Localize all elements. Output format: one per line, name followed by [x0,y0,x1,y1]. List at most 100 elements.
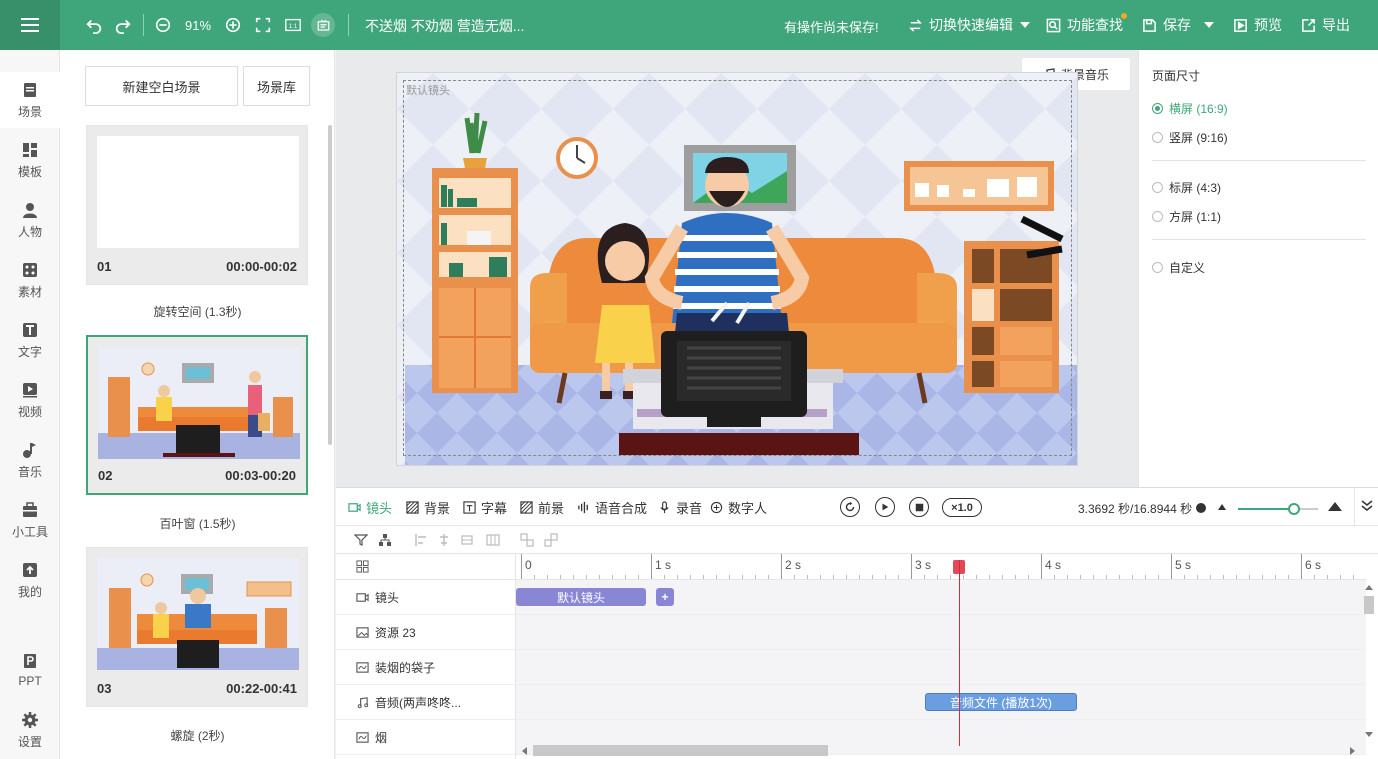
nav-item-scene[interactable]: 场景 [0,72,60,128]
nav-label: 视频 [17,404,42,419]
scene-transition[interactable]: 螺旋 (2秒) [60,727,334,744]
grid-align-icon[interactable] [486,533,500,547]
tab-record[interactable]: 录音 [658,488,702,526]
tab-subtitle[interactable]: 字幕 [463,488,507,526]
track-lens[interactable]: 镜头 [336,580,516,615]
ruler-minor-tick [1145,575,1146,579]
timeline-ruler[interactable]: 0 1 s 2 s 3 s 4 s 5 s 6 s [516,554,1366,580]
scene-card[interactable]: 01 00:00-00:02 [86,125,308,285]
size-option-16-9[interactable]: 横屏 (16:9) [1152,100,1228,117]
size-option-9-16[interactable]: 竖屏 (9:16) [1152,129,1228,146]
redo-icon[interactable] [111,0,135,50]
nav-item-material[interactable]: 素材 [0,252,60,308]
ruler-minor-tick [677,575,678,579]
zoom-out-timeline-icon[interactable] [1218,504,1226,510]
search-icon [1046,18,1061,32]
distribute-icon[interactable] [460,533,474,547]
nav-item-toolbox[interactable]: 小工具 [0,492,60,548]
align-left-icon[interactable] [414,533,428,547]
track-bag[interactable]: 装烟的袋子 [336,650,516,685]
zoom-slider-handle[interactable] [1288,503,1300,515]
help-icon[interactable] [1196,503,1206,513]
nav-item-video[interactable]: 视频 [0,372,60,428]
size-option-custom[interactable]: 自定义 [1152,259,1205,276]
scene-transition[interactable]: 百叶窗 (1.5秒) [60,515,334,532]
scene-library-button[interactable]: 场景库 [243,66,310,106]
scene-card-selected[interactable]: 02 00:03-00:20 [86,335,308,495]
page-size-title: 页面尺寸 [1152,69,1201,83]
lens-clip[interactable]: 默认镜头 [516,588,646,606]
export-button[interactable]: 导出 [1301,0,1350,50]
scroll-right-icon[interactable] [1350,747,1355,755]
track-resource[interactable]: 资源 23 [336,615,516,650]
zoom-in-timeline-icon[interactable] [1328,502,1342,511]
tab-lens[interactable]: 镜头 [348,488,392,526]
nav-item-mine[interactable]: 我的 [0,552,60,608]
music-icon [23,442,36,458]
ruler-minor-tick [820,575,821,579]
playback-speed[interactable]: ×1.0 [942,498,982,517]
ungroup-icon[interactable] [544,533,558,547]
stop-icon[interactable] [909,497,929,517]
scene-transition[interactable]: 旋转空间 (1.3秒) [60,303,334,320]
scene-canvas[interactable] [396,72,1078,466]
actual-size-icon[interactable]: 1:1 [282,0,304,50]
play-icon[interactable] [875,497,895,517]
caption-icon[interactable] [311,0,335,50]
scroll-left-icon[interactable] [522,747,527,755]
playhead[interactable] [958,560,960,746]
scroll-down-icon[interactable] [1365,732,1373,737]
nav-item-music[interactable]: 音乐 [0,432,60,488]
collapse-icon[interactable] [1360,498,1374,515]
new-blank-scene-button[interactable]: 新建空白场景 [85,66,238,106]
ruler-minor-tick [976,575,977,579]
tab-tts[interactable]: 语音合成 [577,488,647,526]
timeline-zoom-slider[interactable] [1238,503,1318,515]
scene-scrollbar[interactable] [328,125,332,445]
nav-item-template[interactable]: 模板 [0,132,60,188]
nav-item-settings[interactable]: 设置 [0,702,60,758]
track-smoke[interactable]: 烟 [336,720,516,755]
hierarchy-icon[interactable] [378,533,392,547]
save-button[interactable]: 保存 [1142,0,1191,50]
scene-card[interactable]: 03 00:22-00:41 [86,547,308,707]
nav-item-text[interactable]: 文字 [0,312,60,368]
feature-search-button[interactable]: 功能查找 [1046,0,1123,50]
track-audio[interactable]: 音频(两声咚咚... [336,685,516,720]
size-option-1-1[interactable]: 方屏 (1:1) [1152,208,1221,225]
size-option-4-3[interactable]: 标屏 (4:3) [1152,179,1221,196]
ruler-label: 0 [525,558,532,572]
switch-dropdown-icon[interactable] [1020,22,1030,28]
preview-button[interactable]: 预览 [1233,0,1282,50]
preview-icon [1234,18,1247,32]
radio-icon [1152,211,1163,222]
tab-foreground[interactable]: 前景 [520,488,564,526]
scene-time: 00:03-00:20 [225,468,296,483]
project-title[interactable]: 不送烟 不劝烟 营造无烟... [365,16,524,36]
zoom-out-icon[interactable] [152,0,174,50]
timeline-horizontal-scrollbar[interactable] [533,745,828,756]
switch-quick-edit-button[interactable]: 切换快速编辑 [908,0,1013,50]
align-center-icon[interactable] [437,533,451,547]
undo-icon[interactable] [82,0,106,50]
nav-item-ppt[interactable]: PPT [0,642,60,698]
filter-icon[interactable] [354,533,368,547]
tab-background[interactable]: 背景 [406,488,450,526]
scroll-up-icon[interactable] [1365,585,1373,590]
nav-item-person[interactable]: 人物 [0,192,60,248]
ruler-label: 1 s [655,558,672,572]
group-icon[interactable] [520,533,534,547]
tab-digital-human[interactable]: 数字人 [710,488,767,526]
add-lens-button[interactable]: + [656,588,674,606]
microphone-icon [660,500,669,513]
audio-clip[interactable]: 音频文件 (播放1次) [925,693,1077,711]
ruler-minor-tick [599,575,600,579]
layout-icon[interactable] [356,560,369,573]
menu-icon[interactable] [0,0,60,50]
replay-icon[interactable] [840,497,860,517]
ruler-minor-tick [1262,575,1263,579]
timeline-vertical-scrollbar[interactable] [1364,596,1374,614]
zoom-in-icon[interactable] [222,0,244,50]
fullscreen-icon[interactable] [252,0,274,50]
save-dropdown-icon[interactable] [1204,22,1214,28]
